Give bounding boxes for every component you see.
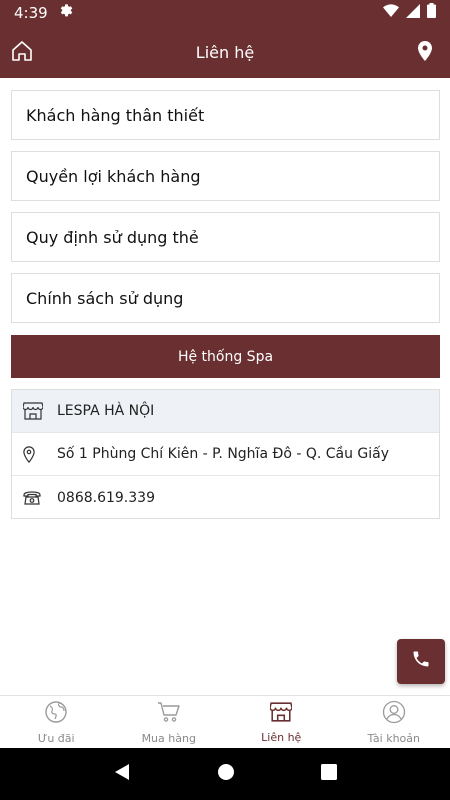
location-pin-icon[interactable] (418, 41, 432, 66)
menu-item-card-rules[interactable]: Quy định sử dụng thẻ (11, 212, 440, 262)
gear-icon (58, 3, 74, 24)
store-icon (269, 701, 294, 728)
menu-item-label: Quyền lợi khách hàng (26, 166, 201, 186)
menu-item-label: Quy định sử dụng thẻ (26, 227, 199, 247)
system-nav-bar (0, 748, 450, 800)
status-time: 4:39 (14, 4, 48, 22)
page-title: Liên hệ (195, 42, 255, 62)
menu-item-usage-policy[interactable]: Chính sách sử dụng (11, 273, 440, 323)
bottom-tab-bar: Ưu đãi Mua hàng Liên hệ Tài khoản (0, 695, 450, 748)
battery-icon (427, 3, 436, 23)
tab-offers[interactable]: Ưu đãi (0, 696, 113, 748)
call-button[interactable] (397, 639, 445, 684)
spa-address-row[interactable]: Số 1 Phùng Chí Kiên - P. Nghĩa Đô - Q. C… (12, 433, 439, 476)
home-circle-icon[interactable] (217, 763, 235, 786)
spa-address: Số 1 Phùng Chí Kiên - P. Nghĩa Đô - Q. C… (57, 446, 390, 462)
menu-item-loyal-customer[interactable]: Khách hàng thân thiết (11, 90, 440, 140)
tab-shopping[interactable]: Mua hàng (113, 696, 226, 748)
back-icon[interactable] (113, 763, 131, 786)
cart-icon (157, 700, 181, 729)
tab-label: Liên hệ (261, 730, 302, 744)
menu-item-customer-benefits[interactable]: Quyền lợi khách hàng (11, 151, 440, 201)
globe-icon (44, 700, 68, 729)
tab-label: Ưu đãi (37, 731, 75, 745)
menu-item-label: Khách hàng thân thiết (26, 105, 205, 125)
menu-item-label: Chính sách sử dụng (26, 288, 184, 308)
app-header: Liên hệ (0, 26, 450, 78)
spa-system-button[interactable]: Hệ thống Spa (11, 335, 440, 378)
signal-icon (406, 3, 420, 23)
user-icon (382, 700, 406, 729)
telephone-icon (23, 490, 45, 505)
wifi-icon (383, 3, 399, 23)
spa-phone-row[interactable]: 0868.619.339 (12, 476, 439, 519)
home-icon[interactable] (10, 39, 34, 68)
tab-label: Tài khoản (367, 731, 420, 745)
tab-label: Mua hàng (141, 731, 196, 745)
spa-name: LESPA HÀ NỘI (57, 403, 155, 419)
location-pin-icon (23, 445, 45, 463)
store-icon (23, 402, 45, 420)
recents-icon[interactable] (321, 763, 337, 785)
spa-phone: 0868.619.339 (57, 489, 155, 506)
status-bar: 4:39 (0, 0, 450, 26)
phone-icon (411, 649, 431, 674)
tab-contact[interactable]: Liên hệ (225, 696, 338, 748)
tab-account[interactable]: Tài khoản (338, 696, 450, 748)
spa-info-card: LESPA HÀ NỘI Số 1 Phùng Chí Kiên - P. Ng… (11, 389, 440, 519)
spa-name-row[interactable]: LESPA HÀ NỘI (12, 390, 439, 433)
